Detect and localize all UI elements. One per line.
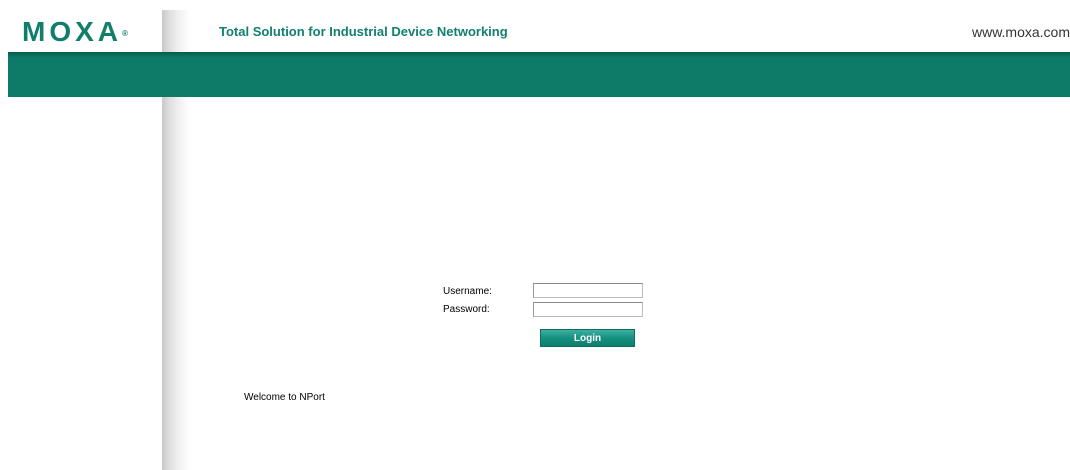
login-button[interactable]: Login [540, 329, 635, 347]
logo-text: MOXA [22, 16, 122, 47]
moxa-logo: MOXA® [22, 18, 128, 46]
tagline: Total Solution for Industrial Device Net… [219, 24, 508, 39]
password-label: Password: [443, 304, 490, 315]
site-url: www.moxa.com [971, 24, 1070, 40]
teal-banner [8, 52, 1070, 97]
username-label: Username: [443, 286, 492, 297]
header: MOXA® Total Solution for Industrial Devi… [0, 0, 1070, 52]
welcome-text: Welcome to NPort [244, 392, 325, 403]
password-input[interactable] [533, 302, 643, 317]
username-input[interactable] [533, 283, 643, 298]
page: MOXA® Total Solution for Industrial Devi… [0, 0, 1070, 470]
logo-registered-mark: ® [122, 29, 128, 38]
